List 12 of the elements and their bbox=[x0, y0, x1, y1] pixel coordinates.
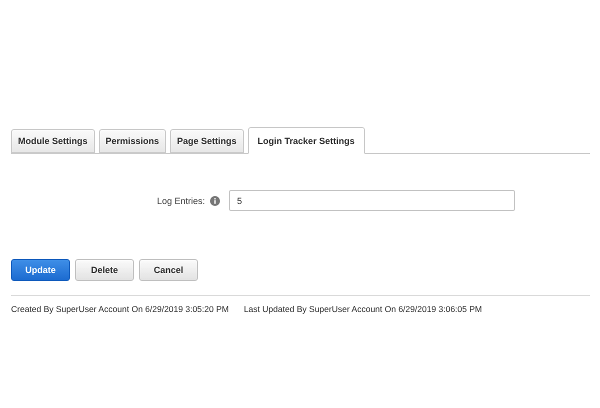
field-label: Log Entries: bbox=[156, 196, 205, 206]
updated-info: Last Updated By SuperUser Account On 6/29/2019 3:06:05 PM bbox=[244, 304, 482, 314]
tab[interactable]: Module Settings bbox=[11, 129, 94, 153]
primary-button[interactable]: Update bbox=[11, 259, 70, 281]
info-icon[interactable] bbox=[210, 196, 220, 206]
input-field[interactable]: 5 bbox=[229, 190, 515, 211]
secondary-button[interactable]: Delete bbox=[75, 259, 134, 281]
tab[interactable]: Permissions bbox=[98, 129, 166, 153]
secondary-button[interactable]: Cancel bbox=[139, 259, 198, 281]
tab[interactable]: Login Tracker Settings bbox=[248, 127, 365, 154]
created-info: Created By SuperUser Account On 6/29/2019 3:05:20 PM bbox=[11, 304, 229, 314]
tab[interactable]: Page Settings bbox=[170, 129, 244, 153]
